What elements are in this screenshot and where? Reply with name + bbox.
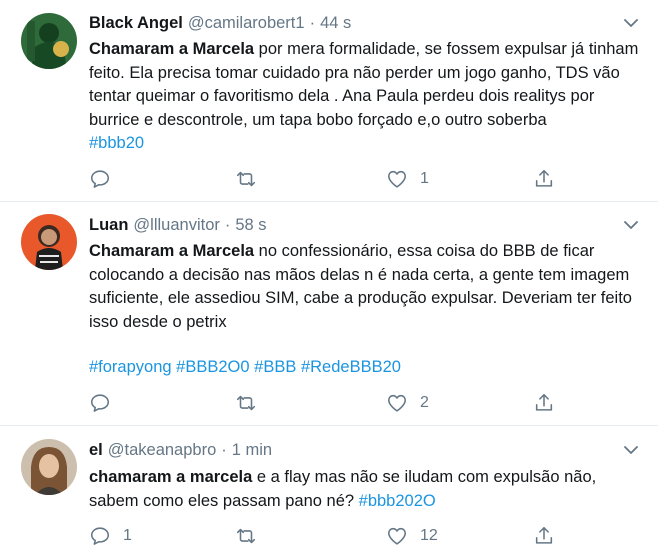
timestamp[interactable]: 58 s <box>235 216 266 235</box>
tweet-actions: 2 <box>89 391 569 415</box>
tweet-text: Chamaram a Marcela no confessionário, es… <box>89 240 649 334</box>
hashtag-link[interactable]: #bbb20 <box>89 134 144 152</box>
reply-icon <box>90 394 110 412</box>
separator-dot: · <box>224 216 231 234</box>
timestamp[interactable]: 1 min <box>232 441 272 460</box>
hashtag-list: #forapyong #BBB2O0 #BBB #RedeBBB20 <box>89 356 649 380</box>
tweet-keyword: Chamaram a Marcela <box>89 40 255 58</box>
tweet-text: chamaram a marcela e a flay mas não se i… <box>89 466 649 513</box>
hashtag-link[interactable]: #BBB2O0 <box>176 358 249 376</box>
share-button[interactable] <box>533 167 555 191</box>
tweet-header: Black Angel @camilarobert1 · 44 s <box>89 14 351 36</box>
hashtag-link[interactable]: #BBB <box>254 358 296 376</box>
chevron-down-icon[interactable] <box>623 17 639 29</box>
share-button[interactable] <box>533 391 555 415</box>
tweet-header: Luan @llluanvitor · 58 s <box>89 216 267 238</box>
user-handle[interactable]: @takeanapbro <box>108 441 217 460</box>
reply-button[interactable] <box>89 167 123 191</box>
tweet-header: el @takeanapbro · 1 min <box>89 441 272 463</box>
tweet[interactable]: el @takeanapbro · 1 min chamaram a marce… <box>0 426 658 559</box>
reply-icon <box>90 170 110 188</box>
like-count: 2 <box>420 394 429 411</box>
heart-icon <box>387 527 407 545</box>
heart-icon <box>387 170 407 188</box>
chevron-down-icon[interactable] <box>623 219 639 231</box>
separator-dot: · <box>309 14 316 32</box>
reply-icon <box>90 527 110 545</box>
avatar-image <box>21 439 77 495</box>
tweet-text: Chamaram a Marcela por mera formalidade,… <box>89 38 649 156</box>
tweet[interactable]: Luan @llluanvitor · 58 s Chamaram a Marc… <box>0 202 658 426</box>
separator-dot: · <box>221 441 227 459</box>
tweet-actions: 1 <box>89 167 569 191</box>
display-name[interactable]: Luan <box>89 216 128 235</box>
like-count: 1 <box>420 170 429 187</box>
avatar-image <box>21 13 77 69</box>
display-name[interactable]: el <box>89 441 103 460</box>
like-button[interactable]: 1 <box>386 167 429 191</box>
retweet-button[interactable] <box>235 524 269 548</box>
tweet-actions: 1 12 <box>89 524 569 548</box>
avatar[interactable] <box>21 439 77 495</box>
user-handle[interactable]: @camilarobert1 <box>188 14 305 33</box>
heart-icon <box>387 394 407 412</box>
share-icon <box>535 169 553 187</box>
tweet-keyword: chamaram a marcela <box>89 468 253 486</box>
retweet-icon <box>236 528 256 544</box>
retweet-button[interactable] <box>235 167 269 191</box>
avatar-image <box>21 214 77 270</box>
tweet-feed: Black Angel @camilarobert1 · 44 s Chamar… <box>0 0 658 559</box>
hashtag-link[interactable]: #forapyong <box>89 358 172 376</box>
like-button[interactable]: 12 <box>386 524 438 548</box>
share-icon <box>535 393 553 411</box>
hashtag-link[interactable]: #RedeBBB20 <box>301 358 401 376</box>
retweet-button[interactable] <box>235 391 269 415</box>
share-icon <box>535 526 553 544</box>
reply-count: 1 <box>123 527 132 544</box>
retweet-icon <box>236 171 256 187</box>
reply-button[interactable]: 1 <box>89 524 132 548</box>
timestamp[interactable]: 44 s <box>320 14 351 33</box>
tweet[interactable]: Black Angel @camilarobert1 · 44 s Chamar… <box>0 0 658 202</box>
like-count: 12 <box>420 527 438 544</box>
share-button[interactable] <box>533 524 555 548</box>
avatar[interactable] <box>21 214 77 270</box>
retweet-icon <box>236 395 256 411</box>
like-button[interactable]: 2 <box>386 391 429 415</box>
tweet-keyword: Chamaram a Marcela <box>89 242 255 260</box>
display-name[interactable]: Black Angel <box>89 14 183 33</box>
chevron-down-icon[interactable] <box>623 444 639 456</box>
reply-button[interactable] <box>89 391 123 415</box>
hashtag-link[interactable]: #bbb202O <box>359 492 436 510</box>
avatar[interactable] <box>21 13 77 69</box>
user-handle[interactable]: @llluanvitor <box>133 216 219 235</box>
